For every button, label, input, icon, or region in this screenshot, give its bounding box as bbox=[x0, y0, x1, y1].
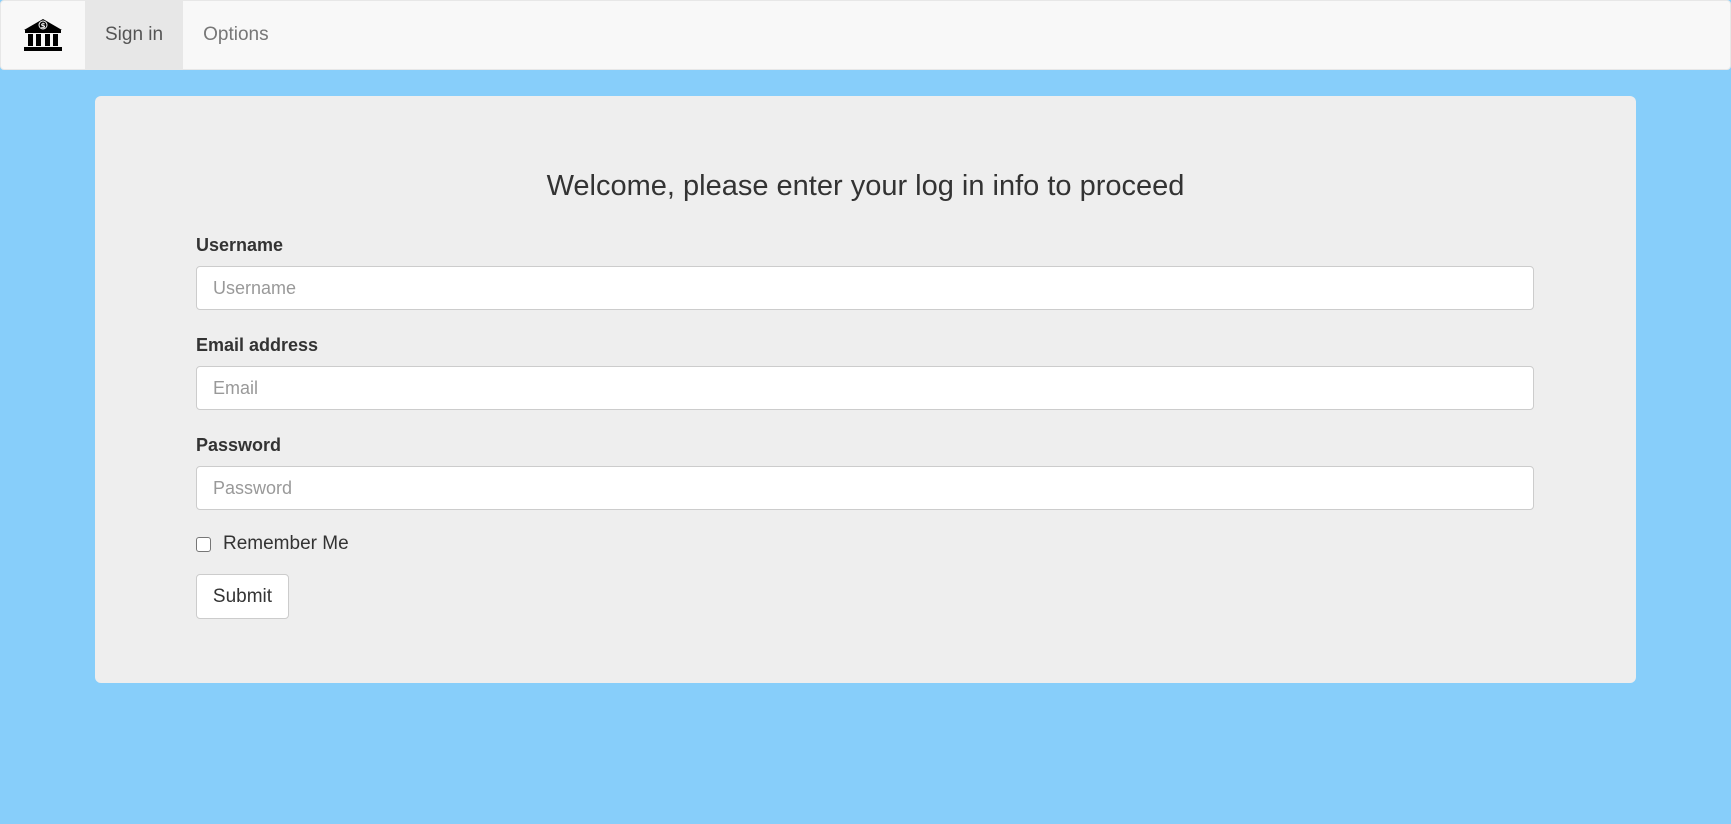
username-label: Username bbox=[196, 235, 284, 255]
password-label: Password bbox=[196, 435, 282, 455]
nav-item-options-label: Options bbox=[203, 24, 269, 45]
remember-me[interactable]: Remember Me bbox=[196, 533, 349, 555]
remember-me-checkbox[interactable] bbox=[196, 536, 211, 552]
email-input[interactable] bbox=[196, 366, 1534, 410]
email-label: Email address bbox=[196, 335, 319, 355]
nav-item-sign-in[interactable]: Sign in bbox=[85, 1, 184, 69]
svg-text:$: $ bbox=[41, 22, 46, 30]
login-title: Welcome, please enter your log in info t… bbox=[546, 170, 1185, 202]
remember-me-label: Remember Me bbox=[223, 533, 349, 554]
submit-button[interactable]: Submit bbox=[196, 574, 289, 619]
password-input[interactable] bbox=[196, 466, 1534, 510]
nav-item-options[interactable]: Options bbox=[183, 1, 288, 69]
bank-icon: $ bbox=[24, 19, 62, 51]
nav-item-sign-in-label: Sign in bbox=[105, 24, 164, 45]
brand-link[interactable]: $ bbox=[1, 1, 85, 69]
navbar: $ Sign in Options bbox=[0, 0, 1731, 70]
username-input[interactable] bbox=[196, 266, 1534, 310]
login-card: Welcome, please enter your log in info t… bbox=[95, 96, 1636, 683]
